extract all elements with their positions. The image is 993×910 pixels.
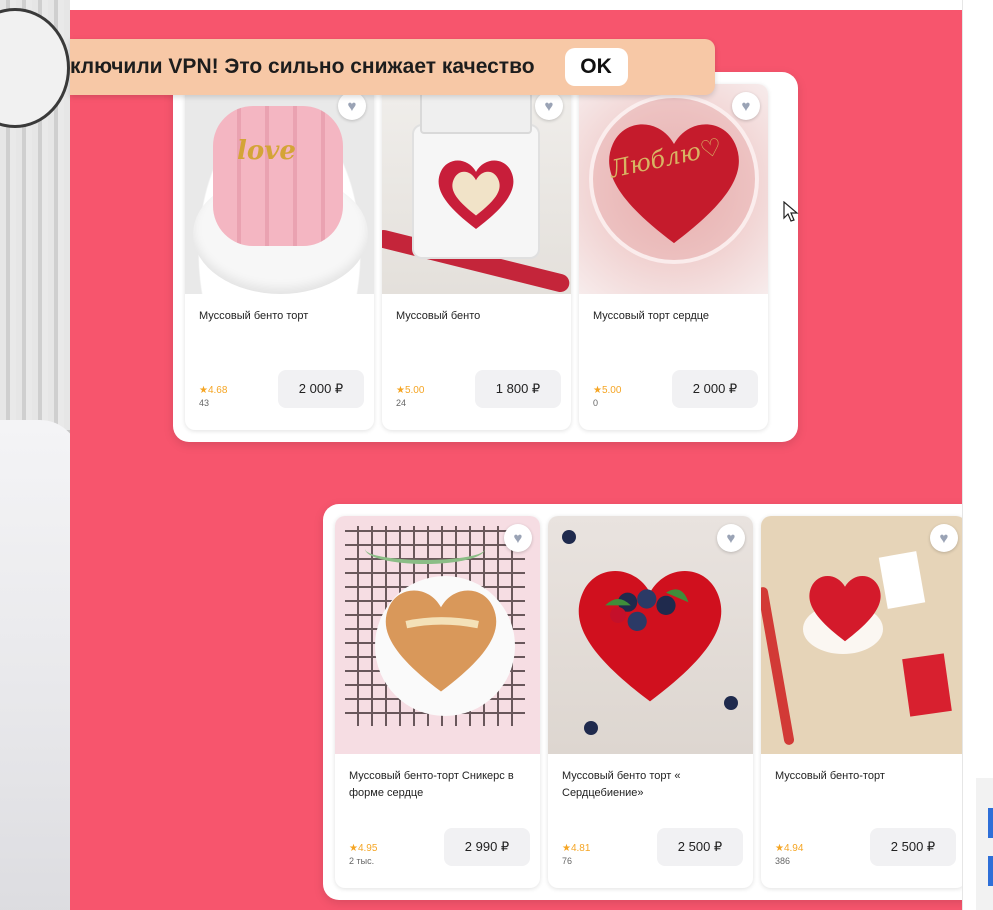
product-card[interactable]: love ♥ Муссовый бенто торт ★4.68 43 2 00… (185, 84, 374, 430)
review-count: 2 тыс. (349, 856, 375, 866)
rating-value: ★5.00 (593, 385, 622, 396)
cake (213, 106, 343, 246)
card-footer: ★4.94 386 2 500 ₽ (761, 828, 966, 866)
ok-button[interactable]: OK (564, 48, 628, 86)
product-name: Муссовый бенто торт (199, 310, 309, 322)
price-button[interactable]: 2 990 ₽ (444, 828, 530, 866)
product-name: Муссовый бенто (396, 310, 481, 322)
mouse-cursor-icon (783, 201, 799, 222)
price-button[interactable]: 2 000 ₽ (672, 370, 758, 408)
side-panel-edge (962, 0, 993, 910)
product-panel-top: love ♥ Муссовый бенто торт ★4.68 43 2 00… (173, 72, 798, 442)
product-name: Муссовый бенто-торт (775, 770, 885, 782)
card-footer: ★5.00 0 2 000 ₽ (579, 370, 768, 408)
heart-cake (578, 571, 722, 702)
product-image: ♥ (382, 84, 571, 294)
ribbon (761, 586, 795, 746)
presenter-video (0, 0, 70, 910)
rating-value: ★4.81 (562, 843, 591, 854)
side-panel-footer (976, 778, 993, 910)
product-name: Муссовый бенто торт « Сердцебиение» (562, 770, 681, 799)
product-name: Муссовый торт сердце (593, 310, 710, 322)
heart-cake (438, 160, 514, 229)
card-footer: ★5.00 24 1 800 ₽ (382, 370, 571, 408)
side-panel-button[interactable] (988, 808, 993, 838)
rating: ★5.00 24 (396, 385, 424, 408)
product-card[interactable]: ♥ Муссовый бенто торт « Сердцебиение» ★4… (548, 516, 753, 888)
product-name: Муссовый бенто-торт Сникерс в форме серд… (349, 770, 514, 799)
review-count: 24 (396, 398, 407, 408)
price-button[interactable]: 2 500 ₽ (657, 828, 743, 866)
product-card[interactable]: ♥ Муссовый бенто-торт Сникерс в форме се… (335, 516, 540, 888)
card-footer: ★4.81 76 2 500 ₽ (548, 828, 753, 866)
review-count: 386 (775, 856, 791, 866)
price-button[interactable]: 2 000 ₽ (278, 370, 364, 408)
eucalyptus-leaves (365, 534, 485, 564)
rating: ★4.68 43 (199, 385, 227, 408)
rating: ★4.95 2 тыс. (349, 843, 377, 866)
vpn-warning-text: ключили VPN! Это сильно снижает качество (70, 55, 535, 78)
heart-cake (809, 576, 881, 642)
rating: ★5.00 0 (593, 385, 621, 408)
product-image: ♥ (335, 516, 540, 754)
heart-icon[interactable]: ♥ (535, 92, 563, 120)
rating-value: ★5.00 (396, 385, 425, 396)
blueberry (562, 530, 576, 544)
cake-topper: love (237, 136, 296, 166)
slide-canvas: ключили VPN! Это сильно снижает качество… (70, 10, 993, 910)
blueberry (724, 696, 738, 710)
rating-value: ★4.94 (775, 843, 804, 854)
product-image: Люблю♡ ♥ (579, 84, 768, 294)
product-image: ♥ (548, 516, 753, 754)
heart-icon[interactable]: ♥ (338, 92, 366, 120)
review-count: 43 (199, 398, 210, 408)
greeting-card (902, 653, 952, 717)
product-image: love ♥ (185, 84, 374, 294)
heart-icon[interactable]: ♥ (717, 524, 745, 552)
rating-value: ★4.68 (199, 385, 228, 396)
heart-cake (385, 590, 497, 692)
heart-icon[interactable]: ♥ (930, 524, 958, 552)
review-count: 0 (593, 398, 599, 408)
rating-value: ★4.95 (349, 843, 378, 854)
heart-icon[interactable]: ♥ (732, 92, 760, 120)
presenter-shirt (0, 420, 70, 910)
product-card[interactable]: ♥ Муссовый бенто ★5.00 24 1 800 ₽ (382, 84, 571, 430)
card-footer: ★4.68 43 2 000 ₽ (185, 370, 374, 408)
vpn-warning-banner: ключили VPN! Это сильно снижает качество… (70, 39, 715, 95)
side-panel-button[interactable] (988, 856, 993, 886)
product-panel-bottom: ♥ Муссовый бенто-торт Сникерс в форме се… (323, 504, 993, 900)
product-image: ♥ (761, 516, 966, 754)
price-button[interactable]: 1 800 ₽ (475, 370, 561, 408)
product-card[interactable]: Люблю♡ ♥ Муссовый торт сердце ★5.00 0 2 … (579, 84, 768, 430)
heart-icon[interactable]: ♥ (504, 524, 532, 552)
rating: ★4.94 386 (775, 843, 803, 866)
blueberry (584, 721, 598, 735)
review-count: 76 (562, 856, 573, 866)
product-card[interactable]: ♥ Муссовый бенто-торт ★4.94 386 2 500 ₽ (761, 516, 966, 888)
price-button[interactable]: 2 500 ₽ (870, 828, 956, 866)
greeting-card (878, 551, 926, 609)
card-footer: ★4.95 2 тыс. 2 990 ₽ (335, 828, 540, 866)
rating: ★4.81 76 (562, 843, 590, 866)
